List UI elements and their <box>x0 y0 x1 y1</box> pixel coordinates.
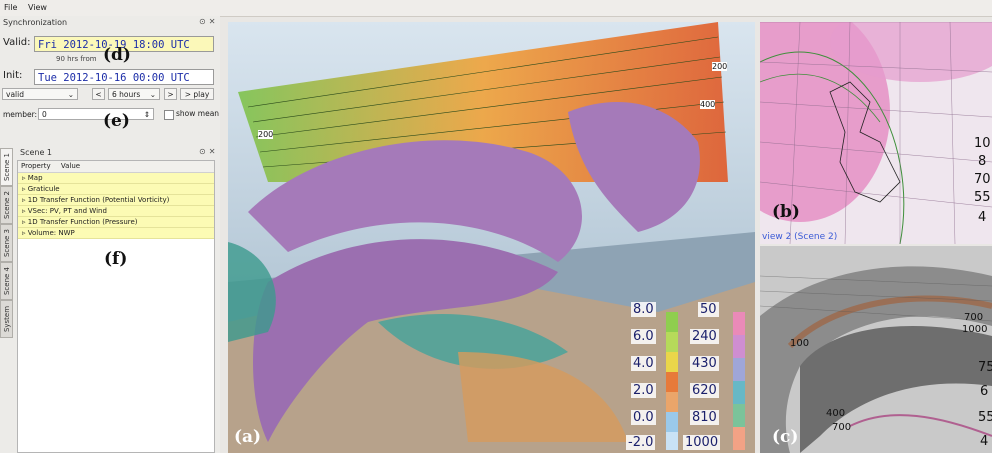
valid-label: Valid: <box>3 37 31 48</box>
pv-tick: 0.0 <box>631 410 656 425</box>
tab-scene-3[interactable]: Scene 3 <box>0 224 13 262</box>
tree-row[interactable]: ▹ VSec: PV, PT and Wind <box>18 206 214 217</box>
close-icon[interactable]: ✕ <box>209 147 216 156</box>
pv-tick: 8.0 <box>631 302 656 317</box>
scene-dock-buttons: ⊙ ✕ <box>196 147 215 156</box>
tree-row[interactable]: ▹ Volume: NWP <box>18 228 214 239</box>
pressure-tick: 620 <box>690 383 719 398</box>
contour-label: 4 <box>980 434 989 449</box>
member-label: member: <box>3 110 38 119</box>
tab-system[interactable]: System <box>0 300 13 338</box>
time-step-value: 6 hours <box>112 90 141 99</box>
float-icon[interactable]: ⊙ <box>199 147 206 156</box>
map-contour-label: 70 <box>974 172 991 187</box>
time-step-select[interactable]: 6 hours ⌄ <box>108 88 160 100</box>
rendering-3d-secondary <box>760 246 992 453</box>
spinner-icon[interactable]: ⇕ <box>144 109 150 121</box>
control-panel: Synchronization ⊙ ✕ Valid: Fri 2012-10-19… <box>0 16 220 453</box>
view-3d-main[interactable]: 8.0 6.0 4.0 2.0 0.0 -2.0 50 240 430 620 … <box>228 22 755 453</box>
close-icon[interactable]: ✕ <box>209 17 216 26</box>
pressure-label: 700 <box>964 312 984 323</box>
menu-file[interactable]: File <box>4 3 17 12</box>
chevron-down-icon: ⌄ <box>149 90 156 99</box>
contour-label: 75 <box>978 360 992 375</box>
annotation-e: (e) <box>103 111 130 131</box>
section-label: 200 <box>258 130 274 139</box>
sync-panel-title: Synchronization <box>3 18 68 27</box>
scene-tabs: Scene 1 Scene 2 Scene 3 Scene 4 System <box>0 148 14 343</box>
pv-tick: -2.0 <box>626 435 656 450</box>
annotation-c: (c) <box>772 427 799 447</box>
hrs-from-text: 90 hrs from <box>56 55 97 63</box>
tab-scene-4[interactable]: Scene 4 <box>0 262 13 300</box>
pressure-label: 1000 <box>962 324 988 335</box>
pressure-tick: 50 <box>698 302 719 317</box>
rendering-3d <box>228 22 755 453</box>
pv-colorbar <box>666 312 678 450</box>
view-3d-secondary[interactable]: 100 400 700 700 1000 75 6 55 4 (c) <box>760 246 992 453</box>
contour-label: 55 <box>978 410 992 425</box>
menu-view[interactable]: View <box>28 3 47 12</box>
map-contour-label: 10 <box>974 136 991 151</box>
pressure-label: 700 <box>832 422 852 433</box>
pressure-colorbar <box>733 312 745 450</box>
tree-row[interactable]: ▹ Graticule <box>18 184 214 195</box>
annotation-f: (f) <box>104 249 128 269</box>
pressure-label: 100 <box>790 338 810 349</box>
pv-tick: 2.0 <box>631 383 656 398</box>
chevron-down-icon: ⌄ <box>67 90 74 99</box>
tree-row[interactable]: ▹ 1D Transfer Function (Potential Vortic… <box>18 195 214 206</box>
map-contour-label: 55 <box>974 190 991 205</box>
show-mean-label: show mean <box>176 109 220 118</box>
pressure-label: 400 <box>826 408 846 419</box>
annotation-d: (d) <box>103 45 131 65</box>
tree-row[interactable]: ▹ 1D Transfer Function (Pressure) <box>18 217 214 228</box>
contour-label: 6 <box>980 384 989 399</box>
step-forward-button[interactable]: > <box>164 88 177 100</box>
sync-mode-select[interactable]: valid ⌄ <box>2 88 78 100</box>
map-contour-label: 8 <box>978 154 987 169</box>
float-icon[interactable]: ⊙ <box>199 17 206 26</box>
annotation-b: (b) <box>772 202 800 222</box>
tab-scene-1[interactable]: Scene 1 <box>0 148 13 186</box>
section-label: 200 <box>712 62 728 71</box>
member-spinbox[interactable]: 0 ⇕ <box>38 108 154 120</box>
pressure-tick: 1000 <box>683 435 721 450</box>
menu-bar: File View <box>0 0 992 17</box>
sync-mode-value: valid <box>6 90 24 99</box>
view-map[interactable]: 10 8 70 55 4 view 2 (Scene 2) (b) <box>760 22 992 244</box>
member-value: 0 <box>42 110 47 119</box>
scene-panel-title: Scene 1 <box>20 148 53 157</box>
tab-scene-2[interactable]: Scene 2 <box>0 186 13 224</box>
col-value[interactable]: Value <box>61 162 80 170</box>
step-back-button[interactable]: < <box>92 88 105 100</box>
pressure-tick: 430 <box>690 356 719 371</box>
dock-buttons: ⊙ ✕ <box>196 17 215 26</box>
pv-tick: 4.0 <box>631 356 656 371</box>
init-label: Init: <box>3 70 23 81</box>
section-label: 400 <box>700 100 716 109</box>
init-time-field[interactable]: Tue 2012-10-16 00:00 UTC <box>34 69 214 85</box>
play-button[interactable]: > play <box>180 88 214 100</box>
col-property[interactable]: Property <box>21 162 51 170</box>
map-contour-label: 4 <box>978 210 987 225</box>
annotation-a: (a) <box>234 427 262 447</box>
view-caption: view 2 (Scene 2) <box>762 232 838 242</box>
tree-header: Property Value <box>18 161 214 173</box>
pressure-tick: 810 <box>690 410 719 425</box>
scene-property-tree: Property Value ▹ Map ▹ Graticule ▹ 1D Tr… <box>17 160 215 453</box>
pv-tick: 6.0 <box>631 329 656 344</box>
tree-row[interactable]: ▹ Map <box>18 173 214 184</box>
show-mean-checkbox[interactable] <box>164 110 174 120</box>
pressure-tick: 240 <box>690 329 719 344</box>
